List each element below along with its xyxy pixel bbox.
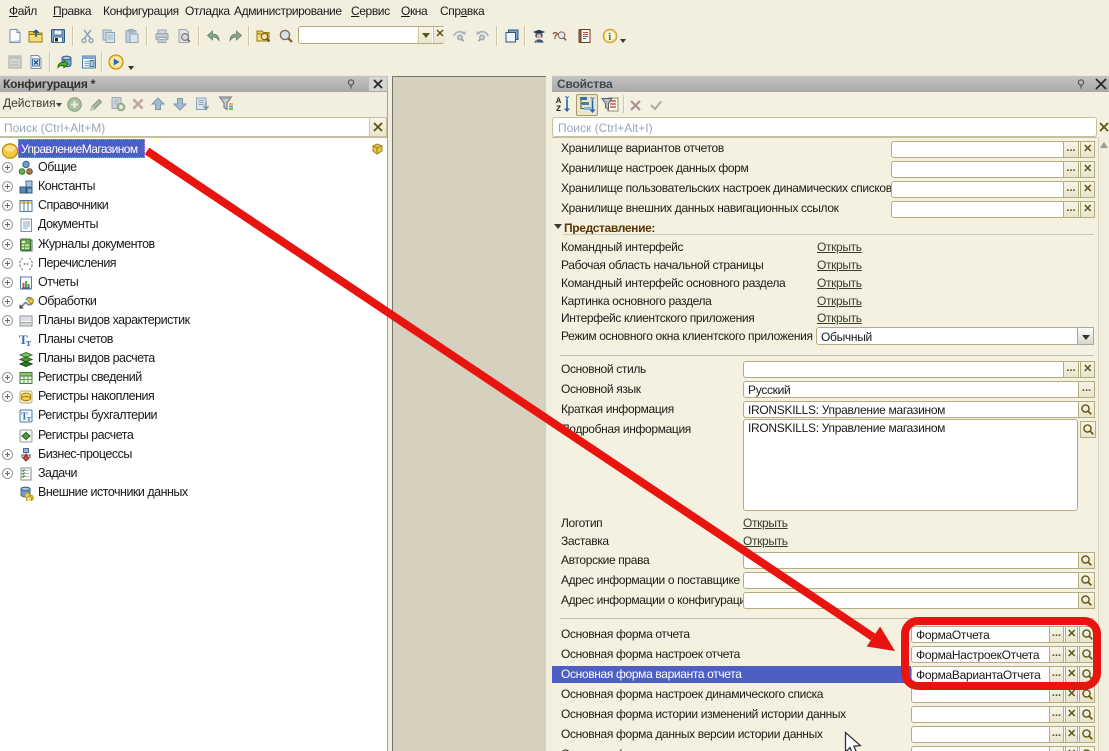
svg-text:?: ? (552, 31, 558, 42)
svg-text:т: т (26, 338, 31, 348)
svg-text:т: т (27, 414, 31, 423)
svg-text:Z: Z (556, 104, 561, 113)
svg-text:i: i (608, 31, 611, 43)
